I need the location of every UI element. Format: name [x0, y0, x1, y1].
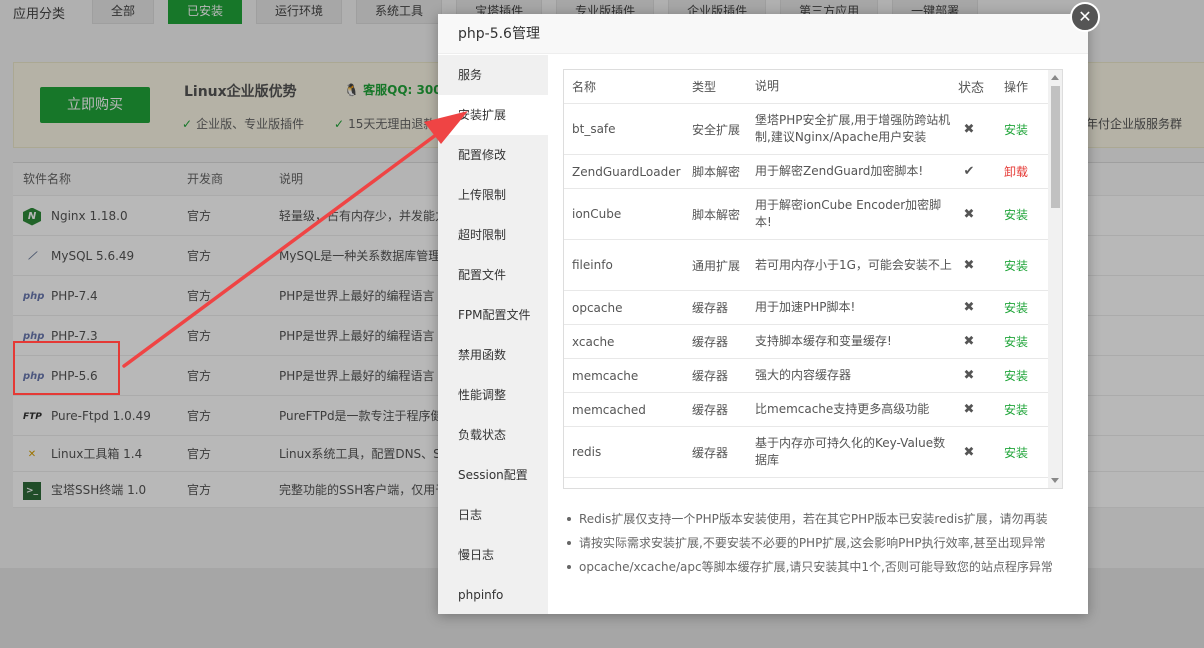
- extension-description: 用于加速PHP脚本!: [755, 300, 856, 314]
- extensions-table: 名称 类型 说明 状态 操作 bt_safe 安全扩展 堡塔PHP安全扩展,用于…: [563, 69, 1063, 489]
- menu-item-performance[interactable]: 性能调整: [438, 375, 548, 415]
- extension-name: opcache: [572, 300, 623, 315]
- table-row: ZendGuardLoader 脚本解密 用于解密ZendGuard加密脚本! …: [564, 155, 1062, 189]
- table-scrollbar[interactable]: [1048, 70, 1062, 488]
- menu-item-fpm-config[interactable]: FPM配置文件: [438, 295, 548, 335]
- not-installed-icon: ✖: [963, 368, 975, 383]
- table-header: 名称 类型 说明 状态 操作: [564, 70, 1062, 104]
- not-installed-icon: ✖: [963, 300, 975, 315]
- table-row: ionCube 脚本解密 用于解密ionCube Encoder加密脚本! ✖ …: [564, 189, 1062, 240]
- menu-item-config-file[interactable]: 配置文件: [438, 255, 548, 295]
- extension-type: 脚本解密: [692, 207, 741, 222]
- extension-description: 强大的内容缓存器: [755, 368, 852, 382]
- not-installed-icon: ✖: [963, 206, 975, 222]
- install-button[interactable]: 安装: [1004, 393, 1036, 426]
- menu-item-config-edit[interactable]: 配置修改: [438, 135, 548, 175]
- column-header-description: 说明: [755, 79, 780, 93]
- menu-item-load-status[interactable]: 负载状态: [438, 415, 548, 455]
- extension-description: 用于解密ionCube Encoder加密脚本!: [755, 198, 942, 229]
- extension-description: 堡塔PHP安全扩展,用于增强防跨站机制,建议Nginx/Apache用户安装: [755, 113, 951, 144]
- menu-item-phpinfo[interactable]: phpinfo: [438, 575, 548, 615]
- column-header-type: 类型: [692, 80, 717, 94]
- install-button[interactable]: 安装: [1004, 240, 1036, 290]
- extension-description: 支持脚本缓存和变量缓存!: [755, 334, 892, 348]
- scroll-down-arrow-icon[interactable]: [1051, 478, 1059, 483]
- highlight-box-annotation: [13, 341, 120, 395]
- table-row: memcache 缓存器 强大的内容缓存器 ✖ 安装: [564, 359, 1062, 393]
- extension-type: 缓存器: [692, 335, 729, 349]
- extension-name: ZendGuardLoader: [572, 164, 681, 179]
- menu-item-session-config[interactable]: Session配置: [438, 455, 548, 495]
- not-installed-icon: ✖: [963, 444, 975, 460]
- table-row: opcache 缓存器 用于加速PHP脚本! ✖ 安装: [564, 291, 1062, 325]
- extension-type: 脚本解密: [692, 165, 741, 179]
- menu-item-log[interactable]: 日志: [438, 495, 548, 535]
- extension-type: 通用扩展: [692, 258, 741, 273]
- php-manager-dialog: php-5.6管理 ✕ 服务 安装扩展 配置修改 上传限制 超时限制 配置文件 …: [438, 2, 1100, 614]
- table-row: xcache 缓存器 支持脚本缓存和变量缓存! ✖ 安装: [564, 325, 1062, 359]
- install-button[interactable]: 安装: [1004, 104, 1036, 154]
- not-installed-icon: ✖: [963, 121, 975, 137]
- extension-description: 基于内存亦可持久化的Key-Value数据库: [755, 436, 946, 467]
- extension-description: 用于解密ZendGuard加密脚本!: [755, 164, 924, 178]
- extensions-panel: 名称 类型 说明 状态 操作 bt_safe 安全扩展 堡塔PHP安全扩展,用于…: [563, 69, 1063, 489]
- close-icon[interactable]: ✕: [1070, 2, 1100, 32]
- install-button[interactable]: 安装: [1004, 291, 1036, 324]
- column-header-name: 名称: [572, 80, 597, 94]
- extension-name: memcache: [572, 368, 639, 383]
- menu-item-install-extensions[interactable]: 安装扩展: [438, 95, 548, 135]
- tip-item: Redis扩展仅支持一个PHP版本安装使用，若在其它PHP版本已安装redis扩…: [563, 507, 1073, 531]
- install-button[interactable]: 安装: [1004, 427, 1036, 477]
- not-installed-icon: ✖: [963, 334, 975, 349]
- column-header-state: 状态: [957, 81, 984, 96]
- table-row: memcached 缓存器 比memcache支持更多高级功能 ✖ 安装: [564, 393, 1062, 427]
- extension-name: ionCube: [572, 207, 622, 221]
- extension-name: bt_safe: [572, 122, 616, 136]
- menu-item-upload-limit[interactable]: 上传限制: [438, 175, 548, 215]
- extension-type: 缓存器: [692, 301, 729, 315]
- install-button[interactable]: 安装: [1004, 325, 1036, 358]
- extension-description: 若可用内存小于1G，可能会安装不上: [755, 257, 952, 272]
- extension-description: 比memcache支持更多高级功能: [755, 402, 930, 416]
- table-row: fileinfo 通用扩展 若可用内存小于1G，可能会安装不上 ✖ 安装: [564, 240, 1062, 291]
- table-row: redis 缓存器 基于内存亦可持久化的Key-Value数据库 ✖ 安装: [564, 427, 1062, 478]
- column-header-operation: 操作: [1004, 80, 1029, 94]
- tip-item: opcache/xcache/apc等脚本缓存扩展,请只安装其中1个,否则可能导…: [563, 555, 1073, 579]
- extension-name: xcache: [572, 334, 615, 349]
- tip-item: 请按实际需求安装扩展,不要安装不必要的PHP扩展,这会影响PHP执行效率,甚至出…: [563, 531, 1073, 555]
- extension-type: 缓存器: [692, 403, 729, 417]
- extension-name: redis: [572, 445, 602, 459]
- extension-type: 安全扩展: [692, 122, 741, 137]
- uninstall-button[interactable]: 卸载: [1004, 155, 1036, 188]
- menu-item-timeout-limit[interactable]: 超时限制: [438, 215, 548, 255]
- menu-item-disabled-functions[interactable]: 禁用函数: [438, 335, 548, 375]
- dialog-side-menu: 服务 安装扩展 配置修改 上传限制 超时限制 配置文件 FPM配置文件 禁用函数…: [438, 55, 548, 614]
- extension-name: fileinfo: [572, 258, 613, 272]
- extension-name: memcached: [572, 402, 646, 417]
- install-button[interactable]: 安装: [1004, 189, 1036, 239]
- tips-list: Redis扩展仅支持一个PHP版本安装使用，若在其它PHP版本已安装redis扩…: [563, 507, 1073, 579]
- not-installed-icon: ✖: [963, 257, 975, 273]
- menu-item-slow-log[interactable]: 慢日志: [438, 535, 548, 575]
- scrollbar-thumb[interactable]: [1051, 86, 1060, 208]
- extension-type: 缓存器: [692, 369, 729, 383]
- menu-item-service[interactable]: 服务: [438, 55, 548, 95]
- not-installed-icon: ✖: [963, 402, 975, 417]
- install-button[interactable]: 安装: [1004, 359, 1036, 392]
- installed-check-icon: ✔: [963, 164, 975, 179]
- table-row: bt_safe 安全扩展 堡塔PHP安全扩展,用于增强防跨站机制,建议Nginx…: [564, 104, 1062, 155]
- scroll-up-arrow-icon[interactable]: [1051, 75, 1059, 80]
- dialog-title: php-5.6管理: [438, 14, 1088, 54]
- extension-type: 缓存器: [692, 445, 729, 460]
